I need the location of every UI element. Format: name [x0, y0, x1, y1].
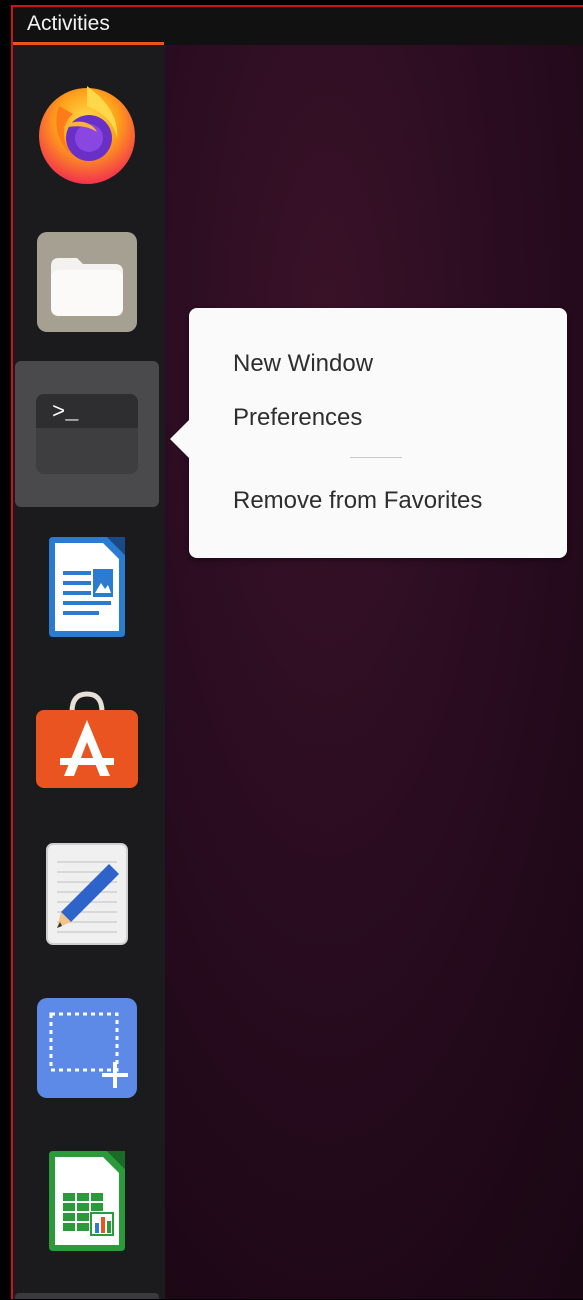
- dock-item-screenshot[interactable]: [15, 975, 159, 1121]
- menu-separator: [350, 457, 402, 458]
- dock-item-terminal[interactable]: >_: [15, 361, 159, 507]
- libreoffice-writer-icon: [49, 537, 125, 637]
- ubuntu-software-icon: [36, 691, 138, 788]
- dock: >_: [13, 45, 165, 1299]
- terminal-prompt: >_: [52, 400, 79, 425]
- dock-item-ubuntu-software[interactable]: [15, 667, 159, 813]
- text-editor-icon: [46, 843, 128, 945]
- menu-item-remove-from-favorites[interactable]: Remove from Favorites: [233, 486, 482, 516]
- dock-item-files[interactable]: [15, 209, 159, 355]
- files-icon: [37, 232, 137, 332]
- dock-item-text-editor[interactable]: [15, 821, 159, 967]
- activities-button[interactable]: Activities: [13, 7, 164, 45]
- dock-item-firefox[interactable]: [15, 59, 159, 205]
- context-menu-pointer: [170, 420, 189, 458]
- firefox-icon: [39, 86, 135, 184]
- context-menu: New Window Preferences Remove from Favor…: [170, 308, 567, 558]
- top-bar: Activities: [13, 7, 583, 45]
- dock-item-libreoffice-calc[interactable]: [15, 1129, 159, 1275]
- terminal-icon: >_: [36, 394, 138, 474]
- dock-item-libreoffice-writer[interactable]: [15, 515, 159, 661]
- menu-item-preferences[interactable]: Preferences: [233, 403, 362, 433]
- dock-show-apps-edge[interactable]: [15, 1293, 159, 1299]
- screenshot-icon: [37, 998, 137, 1098]
- libreoffice-calc-icon: [49, 1151, 125, 1251]
- menu-item-new-window[interactable]: New Window: [233, 349, 373, 379]
